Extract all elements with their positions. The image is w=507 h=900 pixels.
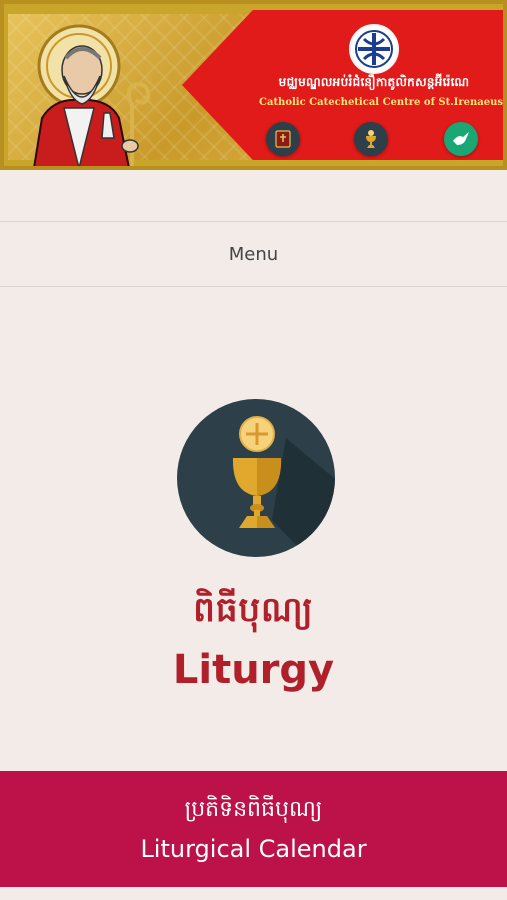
liturgy-title-khmer: ពិធីបុណ្យ: [193, 590, 314, 630]
liturgy-title-english: Liturgy: [172, 647, 335, 693]
chalice-icon[interactable]: [354, 122, 388, 156]
liturgical-calendar-button[interactable]: ប្រតិទិនពិធីបុណ្យ Liturgical Calendar: [0, 771, 507, 887]
calendar-title-khmer: ប្រតិទិនពិធីបុណ្យ: [184, 797, 323, 822]
menu-toggle[interactable]: Menu: [0, 221, 507, 287]
dove-icon[interactable]: [444, 122, 478, 156]
chalice-host-icon[interactable]: [176, 398, 336, 558]
calendar-title-english: Liturgical Calendar: [140, 835, 367, 863]
menu-label: Menu: [228, 243, 279, 265]
centre-logo-icon: [355, 30, 393, 68]
bible-icon-glyph: [275, 130, 291, 148]
bible-icon[interactable]: [266, 122, 300, 156]
banner-title-khmer: មជ្ឈមណ្ឌលអប់រំជំនឿកាតូលិកសន្តអ៊ីរ៉េណេ: [278, 75, 470, 89]
saint-irenaeus-illustration: [33, 24, 151, 166]
header-banner: មជ្ឈមណ្ឌលអប់រំជំនឿកាតូលិកសន្តអ៊ីរ៉េណេ Ca…: [0, 0, 507, 170]
chalice-icon-glyph: [366, 130, 376, 148]
banner-title-english: Catholic Catechetical Centre of St.Irena…: [259, 97, 503, 108]
dove-icon-glyph: [453, 132, 469, 145]
centre-logo: [349, 24, 399, 74]
